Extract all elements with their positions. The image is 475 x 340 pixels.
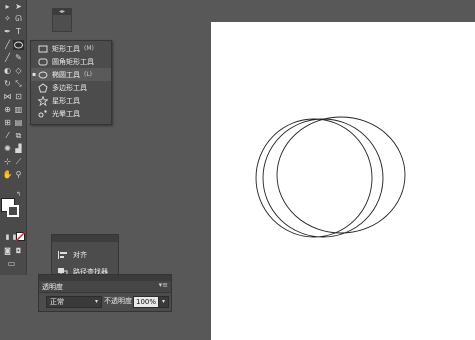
panel-title: 透明度 xyxy=(42,283,63,291)
lasso-icon[interactable]: ᘏ xyxy=(13,14,24,24)
selection-icon[interactable]: ➤ xyxy=(13,2,24,12)
ellipse-icon xyxy=(38,71,48,78)
blend-icon[interactable]: ⧉ xyxy=(13,131,24,141)
flyout-item-polygon[interactable]: 多边形工具 xyxy=(31,81,111,94)
eyedropper-icon[interactable]: ⁄ xyxy=(2,131,13,141)
artboard-icon[interactable]: ⊹ xyxy=(2,157,13,167)
blend-mode-value: 正常 xyxy=(50,298,64,306)
paintbrush-icon[interactable]: ╱ xyxy=(2,53,13,63)
align-icon xyxy=(58,250,67,259)
rounded-rectangle-icon xyxy=(38,58,48,65)
mesh-icon[interactable]: ⊞ xyxy=(2,118,13,128)
hand-icon[interactable]: ✋ xyxy=(2,170,13,180)
eraser-icon[interactable]: ◇ xyxy=(13,66,24,76)
tearoff-header[interactable]: ◂▸ xyxy=(53,9,71,15)
blob-brush-icon[interactable]: ◐ xyxy=(2,66,13,76)
column-graph-icon[interactable]: ▟ xyxy=(13,144,24,154)
drawing-mode-icon[interactable]: ◙ xyxy=(2,246,13,256)
stroke-swatch[interactable] xyxy=(7,205,19,217)
flyout-item-shortcut: (M) xyxy=(84,45,94,52)
symbol-sprayer-icon[interactable]: ✺ xyxy=(2,144,13,154)
tearoff-tool-panel[interactable]: ◂▸ xyxy=(52,8,72,32)
chevron-down-icon: ▾ xyxy=(161,298,165,305)
opacity-dropdown-button[interactable]: ▾ xyxy=(158,296,169,308)
zoom-icon[interactable]: ⚲ xyxy=(13,170,24,180)
panel-menu-icon[interactable]: ▾≡ xyxy=(159,281,168,289)
flyout-item-rounded-rectangle[interactable]: 圆角矩形工具 xyxy=(31,55,111,68)
selected-mark: ▪ xyxy=(32,71,37,78)
flyout-item-label: 光晕工具 xyxy=(52,109,80,118)
scale-icon[interactable]: ⤡ xyxy=(13,79,24,89)
star-icon xyxy=(38,95,48,106)
magic-wand-icon[interactable]: ✧ xyxy=(2,14,13,24)
flyout-item-flare[interactable]: 光晕工具 xyxy=(31,107,111,120)
ellipse-path-left[interactable] xyxy=(255,118,373,238)
ellipse-path-large[interactable] xyxy=(276,116,406,234)
flyout-item-label: 星形工具 xyxy=(52,96,80,105)
flyout-item-shortcut: (L) xyxy=(84,71,93,78)
artwork-canvas[interactable] xyxy=(211,22,475,340)
width-icon[interactable]: ⋈ xyxy=(2,92,13,102)
panel-item-label: 对齐 xyxy=(73,250,87,259)
gradient-icon[interactable]: ▤ xyxy=(13,118,24,128)
panel-item-align[interactable]: 对齐 xyxy=(52,247,118,262)
flyout-item-label: 圆角矩形工具 xyxy=(52,57,94,66)
transparency-tab[interactable]: 透明度 ▾≡ xyxy=(39,281,171,293)
transparency-panel: 透明度 ▾≡ 正常 ▾ 不透明度 100% ▾ xyxy=(38,274,172,312)
opacity-input[interactable]: 100% xyxy=(133,296,159,308)
pen-icon[interactable]: ✒ xyxy=(2,27,13,37)
draw-behind-icon[interactable]: ◘ xyxy=(13,246,24,256)
flare-icon xyxy=(38,109,47,117)
polygon-icon xyxy=(38,82,48,92)
tools-panel: ▸ ➤ ✧ ᘏ ✒ T ╱ ╱ ✎ ◐ ◇ ↻ ⤡ ⋈ ⊡ ⊕ ▥ ⊞ ▤ ⁄ … xyxy=(0,0,27,275)
ellipse-tool-icon[interactable] xyxy=(13,40,24,50)
free-transform-icon[interactable]: ⊡ xyxy=(13,92,24,102)
none-mode-icon[interactable] xyxy=(16,232,27,242)
pencil-icon[interactable]: ✎ xyxy=(13,53,24,63)
blend-mode-select[interactable]: 正常 ▾ xyxy=(46,296,102,308)
artboard[interactable] xyxy=(211,22,475,340)
direct-selection-icon[interactable]: ▸ xyxy=(2,2,13,12)
shape-tools-flyout: 矩形工具 (M) 圆角矩形工具 ▪ 椭圆工具 (L) 多边形工具 星形工具 光晕… xyxy=(30,40,112,125)
opacity-value: 100% xyxy=(136,298,157,306)
opacity-label: 不透明度 xyxy=(104,297,132,305)
flyout-item-label: 椭圆工具 xyxy=(52,70,80,79)
ellipse-path-middle[interactable] xyxy=(262,118,384,238)
rotate-icon[interactable]: ↻ xyxy=(2,79,13,89)
type-icon[interactable]: T xyxy=(13,27,24,37)
shape-builder-icon[interactable]: ⊕ xyxy=(2,105,13,115)
screen-mode-icon[interactable]: ▭ xyxy=(6,259,17,269)
rectangle-icon xyxy=(38,45,48,52)
flyout-item-star[interactable]: 星形工具 xyxy=(31,94,111,107)
flyout-item-rectangle[interactable]: 矩形工具 (M) xyxy=(31,42,111,55)
line-segment-icon[interactable]: ╱ xyxy=(2,40,13,50)
perspective-grid-icon[interactable]: ▥ xyxy=(13,105,24,115)
flyout-item-label: 多边形工具 xyxy=(52,83,87,92)
panel-header[interactable] xyxy=(52,235,118,242)
chevron-down-icon: ▾ xyxy=(94,298,98,305)
flyout-item-label: 矩形工具 xyxy=(52,44,80,53)
slice-icon[interactable]: ⟋ xyxy=(13,157,24,167)
flyout-item-ellipse[interactable]: ▪ 椭圆工具 (L) xyxy=(31,68,111,81)
